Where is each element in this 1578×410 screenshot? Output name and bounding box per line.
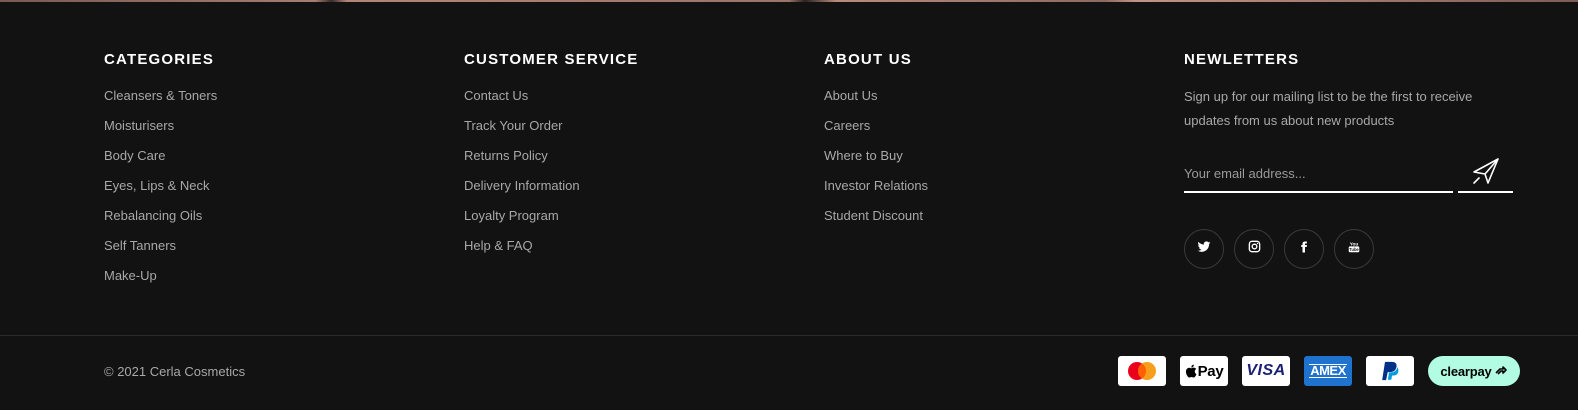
- footer-link[interactable]: About Us: [824, 88, 928, 104]
- copyright-text: © 2021 Cerla Cosmetics: [104, 364, 246, 379]
- amex-label: AMEX: [1309, 363, 1347, 378]
- footer-link[interactable]: Careers: [824, 118, 928, 134]
- footer-link[interactable]: Help & FAQ: [464, 238, 639, 254]
- footer-link[interactable]: Moisturisers: [104, 118, 217, 134]
- mastercard-icon: [1118, 356, 1166, 386]
- footer-link[interactable]: Contact Us: [464, 88, 639, 104]
- column-title: CUSTOMER SERVICE: [464, 51, 639, 68]
- instagram-icon: [1248, 240, 1261, 258]
- footer-link[interactable]: Where to Buy: [824, 148, 928, 164]
- column-title: NEWLETTERS: [1184, 51, 1300, 68]
- footer-link[interactable]: Cleansers & Toners: [104, 88, 217, 104]
- svg-text:Tube: Tube: [1349, 247, 1359, 252]
- paypal-icon: [1366, 356, 1414, 386]
- categories-links: Cleansers & Toners Moisturisers Body Car…: [104, 88, 217, 284]
- clearpay-label: clearpay: [1440, 363, 1492, 379]
- column-title: ABOUT US: [824, 51, 912, 68]
- footer-link[interactable]: Self Tanners: [104, 238, 217, 254]
- column-title: CATEGORIES: [104, 51, 215, 68]
- footer-link[interactable]: Delivery Information: [464, 178, 639, 194]
- footer-link[interactable]: Eyes, Lips & Neck: [104, 178, 217, 194]
- youtube-button[interactable]: You Tube: [1334, 229, 1374, 269]
- amex-icon: AMEX: [1304, 356, 1352, 386]
- footer-link[interactable]: Rebalancing Oils: [104, 208, 217, 224]
- footer-link[interactable]: Track Your Order: [464, 118, 639, 134]
- about-us-links: About Us Careers Where to Buy Investor R…: [824, 88, 928, 224]
- instagram-button[interactable]: [1234, 229, 1274, 269]
- footer-link[interactable]: Student Discount: [824, 208, 928, 224]
- site-footer: CATEGORIES Cleansers & Toners Moisturise…: [0, 2, 1578, 335]
- customer-service-links: Contact Us Track Your Order Returns Poli…: [464, 88, 639, 254]
- youtube-icon: You Tube: [1347, 240, 1361, 259]
- facebook-button[interactable]: [1284, 229, 1324, 269]
- newsletter-description: Sign up for our mailing list to be the f…: [1184, 89, 1473, 128]
- footer-column-newsletter: NEWLETTERS Sign up for our mailing list …: [1184, 50, 1514, 269]
- footer-link[interactable]: Investor Relations: [824, 178, 928, 194]
- facebook-icon: [1298, 240, 1310, 259]
- footer-column-customer-service: CUSTOMER SERVICE Contact Us Track Your O…: [464, 50, 639, 268]
- newsletter-form: [1184, 155, 1514, 193]
- footer-column-categories: CATEGORIES Cleansers & Toners Moisturise…: [104, 50, 217, 298]
- email-field[interactable]: [1184, 155, 1453, 193]
- svg-text:You: You: [1350, 241, 1359, 246]
- twitter-icon: [1197, 240, 1211, 259]
- twitter-button[interactable]: [1184, 229, 1224, 269]
- footer-link[interactable]: Loyalty Program: [464, 208, 639, 224]
- subscribe-button[interactable]: [1458, 155, 1513, 193]
- payment-methods: Pay VISA AMEX clearpay: [1118, 356, 1520, 386]
- apple-pay-icon: Pay: [1180, 356, 1228, 386]
- paper-plane-icon: [1471, 156, 1501, 191]
- social-links: You Tube: [1184, 229, 1514, 269]
- footer-column-about-us: ABOUT US About Us Careers Where to Buy I…: [824, 50, 928, 238]
- footer-bottom-bar: © 2021 Cerla Cosmetics Pay VISA AMEX cle…: [0, 336, 1578, 410]
- visa-label: VISA: [1246, 362, 1286, 379]
- footer-link[interactable]: Make-Up: [104, 268, 217, 284]
- footer-link[interactable]: Returns Policy: [464, 148, 639, 164]
- visa-icon: VISA: [1242, 356, 1290, 386]
- footer-link[interactable]: Body Care: [104, 148, 217, 164]
- apple-pay-label: Pay: [1197, 362, 1224, 380]
- clearpay-icon: clearpay: [1428, 356, 1520, 386]
